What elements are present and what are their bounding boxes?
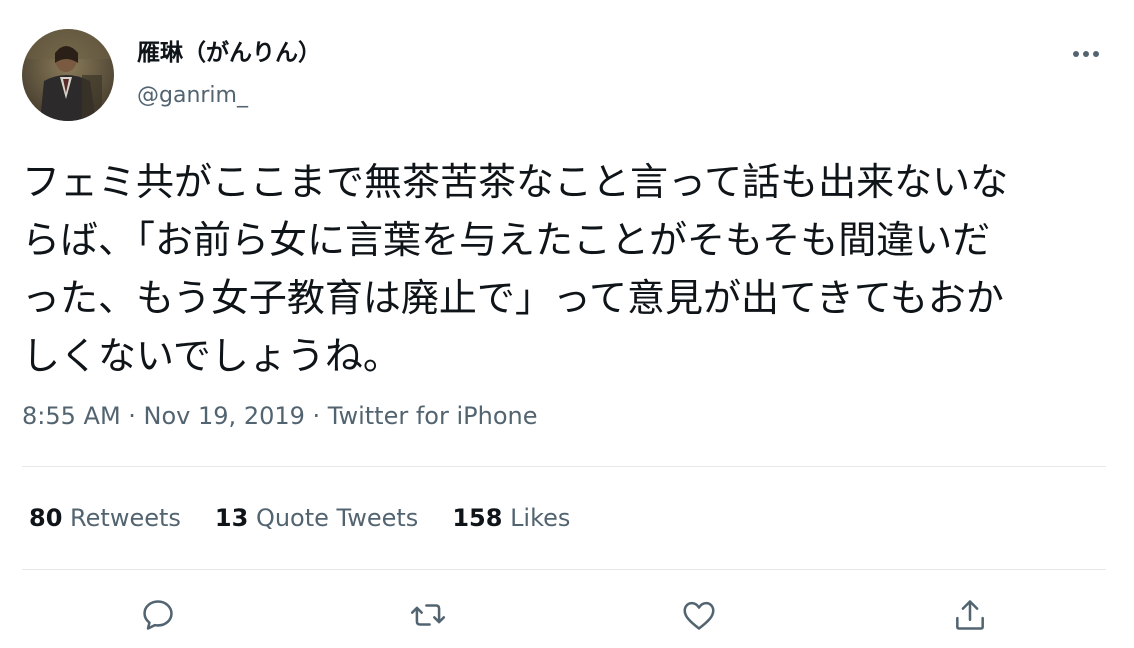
tweet-text: フェミ共がここまで無茶苦茶なこと言って話も出来ないな らば、「お前ら女に言葉を与… [22,153,1117,385]
likes-count: 158 [452,504,503,532]
tweet-text-line: らば、「お前ら女に言葉を与えたことがそもそも間違いだ [22,218,991,262]
tweet-time[interactable]: 8:55 AM [22,402,121,430]
divider [22,466,1106,467]
tweet-date[interactable]: Nov 19, 2019 [144,402,305,430]
meta-separator: · [304,402,328,430]
more-options-button[interactable] [1066,40,1106,68]
tweet-stats: 80 Retweets 13 Quote Tweets 158 Likes [29,502,604,534]
user-handle[interactable]: @ganrim_ [137,81,248,111]
more-horizontal-icon [1073,51,1099,57]
meta-separator: · [120,402,144,430]
avatar-image [22,29,114,121]
quote-tweets-stat[interactable]: 13 Quote Tweets [215,502,418,534]
tweet-text-line: った、もう女子教育は廃止で」って意見が出てきてもおか [22,276,1004,320]
share-icon [956,600,984,630]
retweet-button[interactable] [406,593,450,637]
likes-stat[interactable]: 158 Likes [452,502,570,534]
share-button[interactable] [948,593,992,637]
heart-icon [683,601,715,630]
retweet-icon [410,604,446,626]
divider [22,569,1106,570]
quote-tweets-count: 13 [214,504,249,532]
tweet-source[interactable]: Twitter for iPhone [328,402,538,430]
retweets-stat[interactable]: 80 Retweets [29,502,181,534]
display-name[interactable]: 雁琳（がんりん） [137,38,321,68]
tweet-metadata: 8:55 AM · Nov 19, 2019 · Twitter for iPh… [22,400,538,432]
retweets-count: 80 [29,504,63,532]
likes-label: Likes [510,504,571,532]
retweets-label: Retweets [70,504,181,532]
tweet-text-line: フェミ共がここまで無茶苦茶なこと言って話も出来ないな [22,160,1009,204]
quote-tweets-label: Quote Tweets [255,504,419,532]
tweet-text-line: しくないでしょうね。 [22,334,401,378]
avatar[interactable] [22,29,114,121]
reply-icon [143,600,173,630]
reply-button[interactable] [136,593,180,637]
like-button[interactable] [677,593,721,637]
